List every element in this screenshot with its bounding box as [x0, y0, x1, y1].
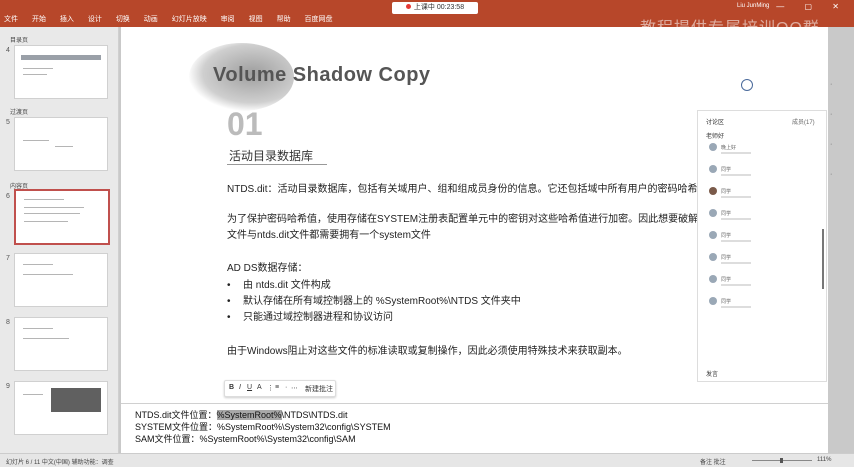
- tab-insert[interactable]: 插入: [60, 16, 74, 23]
- bullet-item[interactable]: • 只能通过域控制器进程和协议访问: [227, 308, 393, 323]
- chat-item[interactable]: 同学: [709, 209, 789, 223]
- slide-thumbnail-selected[interactable]: [14, 189, 110, 245]
- section-title[interactable]: 活动目录数据库: [229, 147, 313, 164]
- avatar: [709, 143, 717, 151]
- tab-file[interactable]: 文件: [4, 16, 18, 23]
- slide-thumbnail[interactable]: [14, 381, 108, 435]
- italic-button[interactable]: I: [239, 384, 241, 391]
- tab-review[interactable]: 审阅: [221, 16, 235, 23]
- slide-title[interactable]: Volume Shadow Copy: [213, 64, 431, 87]
- tab-baidu[interactable]: 百度网盘: [305, 16, 333, 23]
- avatar: [709, 165, 717, 173]
- slide-number: 8: [6, 319, 10, 326]
- list-button[interactable]: ⋮: [267, 384, 274, 392]
- closing-paragraph[interactable]: 由于Windows阻止对这些文件的标准读取或复制操作，因此必须使用特殊技术来获取…: [227, 342, 628, 357]
- title-underline: [227, 164, 327, 165]
- tab-help[interactable]: 帮助: [277, 16, 291, 23]
- new-comment-button[interactable]: 新建批注: [305, 384, 333, 394]
- section-label[interactable]: 过渡页: [10, 107, 28, 116]
- bullet-item[interactable]: • 由 ntds.dit 文件构成: [227, 276, 331, 291]
- chat-item[interactable]: 同学: [709, 165, 789, 179]
- slide-thumbnail-panel[interactable]: 目录页 4 过渡页 5 内容页 6 7 8 9: [0, 27, 119, 453]
- tab-transitions[interactable]: 切换: [116, 16, 130, 23]
- user-name[interactable]: Liu JunMing: [737, 3, 769, 9]
- thumb-bar: [21, 55, 101, 60]
- slide-number: 6: [6, 193, 10, 200]
- chat-item[interactable]: 同学: [709, 297, 789, 311]
- section-number[interactable]: 01: [227, 106, 263, 143]
- avatar: [709, 187, 717, 195]
- avatar: [709, 209, 717, 217]
- recording-label: 上课中 00:23:58: [413, 4, 465, 11]
- storage-heading[interactable]: AD DS数据存储：: [227, 259, 308, 274]
- status-notes-comments[interactable]: 备注 批注: [700, 457, 726, 466]
- member-count[interactable]: 成员(17): [792, 117, 815, 126]
- bullet-item[interactable]: • 默认存储在所有域控制器上的 %SystemRoot%\NTDS 文件夹中: [227, 292, 521, 307]
- tab-slideshow[interactable]: 幻灯片放映: [172, 16, 207, 23]
- tab-view[interactable]: 视图: [249, 16, 263, 23]
- align-button[interactable]: ≡: [275, 384, 279, 391]
- slide-thumbnail[interactable]: [14, 45, 108, 99]
- more-button[interactable]: ⋯: [291, 384, 298, 392]
- chat-item[interactable]: 同学: [709, 187, 789, 201]
- chat-item[interactable]: 同学: [709, 275, 789, 289]
- section-label[interactable]: 目录页: [10, 35, 28, 44]
- slide-number: 9: [6, 383, 10, 390]
- chat-message: 老师好: [706, 134, 725, 140]
- record-dot-icon: [405, 4, 411, 9]
- ribbon-tabs: 文件 开始 插入 设计 切换 动画 幻灯片放映 审阅 视图 帮助 百度网盘: [4, 14, 345, 24]
- notes-line[interactable]: SAM文件位置：%SystemRoot%\System32\config\SAM: [135, 432, 356, 445]
- ribbon: 文件 开始 插入 设计 切换 动画 幻灯片放映 审阅 视图 帮助 百度网盘 上课…: [0, 0, 854, 37]
- status-left: 幻灯片 6 / 11 中文(中国) 辅助功能：调查: [6, 460, 114, 466]
- discussion-panel[interactable]: 讨论区 成员(17) 老师好 晚上好 同学 同学 同学 同学 同学 同学 同学 …: [697, 110, 827, 382]
- slide-number: 5: [6, 119, 10, 126]
- avatar: [709, 275, 717, 283]
- logo-icon: [741, 79, 753, 91]
- side-indicators: · · · ·: [830, 81, 833, 178]
- window-controls[interactable]: — ▢ ✕: [776, 2, 848, 11]
- status-bar: 幻灯片 6 / 11 中文(中国) 辅助功能：调查 备注 批注 111%: [0, 453, 854, 467]
- avatar: [709, 253, 717, 261]
- chat-input-hint[interactable]: 发言: [706, 369, 718, 378]
- tab-design[interactable]: 设计: [88, 16, 102, 23]
- recording-indicator[interactable]: 上课中 00:23:58: [392, 2, 478, 14]
- toolbar-separator: ·: [285, 384, 288, 391]
- notes-pane[interactable]: NTDS.dit文件位置：%SystemRoot%\NTDS\NTDS.dit …: [121, 403, 828, 454]
- chat-item[interactable]: 晚上好: [709, 143, 789, 157]
- brand-logo: [729, 79, 765, 92]
- chat-item[interactable]: 同学: [709, 231, 789, 245]
- paragraph-encryption-cont[interactable]: 文件与ntds.dit文件都需要拥有一个system文件: [227, 226, 431, 241]
- zoom-level[interactable]: 111%: [817, 457, 831, 463]
- paragraph-ntds[interactable]: NTDS.dit：活动目录数据库，包括有关域用户、组和组成员身份的信息。它还包括…: [227, 180, 747, 195]
- slide-thumbnail[interactable]: [14, 317, 108, 371]
- chat-item[interactable]: 同学: [709, 253, 789, 267]
- underline-button[interactable]: U: [247, 384, 252, 391]
- slide-number: 4: [6, 47, 10, 54]
- tab-home[interactable]: 开始: [32, 16, 46, 23]
- chat-scrollbar[interactable]: [822, 229, 824, 289]
- avatar: [709, 231, 717, 239]
- font-color-button[interactable]: A: [257, 384, 262, 391]
- text-selection: %SystemRoot%: [216, 410, 282, 420]
- paragraph-encryption[interactable]: 为了保护密码哈希值，使用存储在SYSTEM注册表配置单元中的密钥对这些哈希值进行…: [227, 210, 747, 225]
- slide-thumbnail[interactable]: [14, 253, 108, 307]
- mini-format-toolbar[interactable]: B I U A ⋮ ≡ · ⋯ 新建批注: [224, 380, 336, 397]
- slide-thumbnail[interactable]: [14, 117, 108, 171]
- zoom-slider-thumb[interactable]: [780, 458, 783, 463]
- discussion-header: 讨论区: [706, 120, 725, 126]
- slide-number: 7: [6, 255, 10, 262]
- avatar: [709, 297, 717, 305]
- tab-animations[interactable]: 动画: [144, 16, 158, 23]
- bold-button[interactable]: B: [229, 384, 234, 391]
- thumb-image: [51, 388, 101, 412]
- slide-canvas[interactable]: Volume Shadow Copy 01 活动目录数据库 NTDS.dit：活…: [121, 27, 828, 403]
